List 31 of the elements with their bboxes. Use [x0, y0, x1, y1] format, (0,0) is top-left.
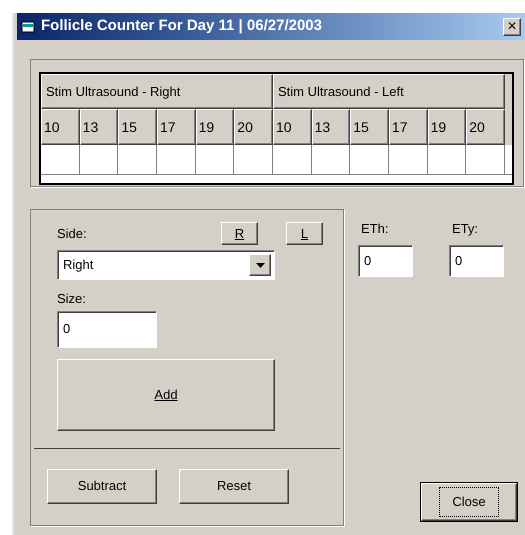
- field-label: ETy:: [451, 220, 480, 238]
- column-header[interactable]: 10: [272, 109, 312, 145]
- column-header[interactable]: 17: [388, 109, 428, 145]
- number-field[interactable]: 0: [358, 244, 413, 276]
- push-button[interactable]: Close: [421, 483, 517, 521]
- side-label: Side:: [57, 224, 88, 243]
- window-icon: [21, 20, 37, 34]
- side-button[interactable]: R: [221, 222, 258, 245]
- column-header[interactable]: 13: [312, 109, 350, 145]
- column-header[interactable]: 17: [156, 109, 196, 145]
- size-label: Size:: [57, 290, 87, 308]
- window-title: Follicle Counter For Day 11 | 06/27/2003: [41, 16, 323, 36]
- column-header[interactable]: 13: [80, 109, 118, 145]
- side-dropdown[interactable]: Right: [57, 250, 275, 280]
- column-group-header: Stim Ultrasound - Left: [273, 74, 505, 109]
- column-header[interactable]: 20: [466, 109, 505, 145]
- column-header[interactable]: 19: [428, 109, 466, 145]
- column-group-header: Stim Ultrasound - Right: [41, 74, 273, 109]
- push-button[interactable]: Reset: [179, 468, 289, 504]
- column-header[interactable]: 10: [41, 109, 80, 145]
- close-window-button[interactable]: ×: [503, 18, 521, 36]
- column-header[interactable]: 15: [350, 109, 389, 145]
- field-label: ETh:: [360, 220, 390, 238]
- side-button[interactable]: L: [286, 222, 323, 245]
- push-button[interactable]: Subtract: [47, 468, 157, 504]
- number-field[interactable]: 0: [449, 244, 504, 276]
- column-header[interactable]: 15: [118, 109, 157, 145]
- column-header[interactable]: 19: [196, 109, 234, 145]
- push-button[interactable]: Add: [57, 358, 275, 430]
- column-header[interactable]: 20: [234, 109, 273, 145]
- size-field[interactable]: 0: [57, 310, 157, 348]
